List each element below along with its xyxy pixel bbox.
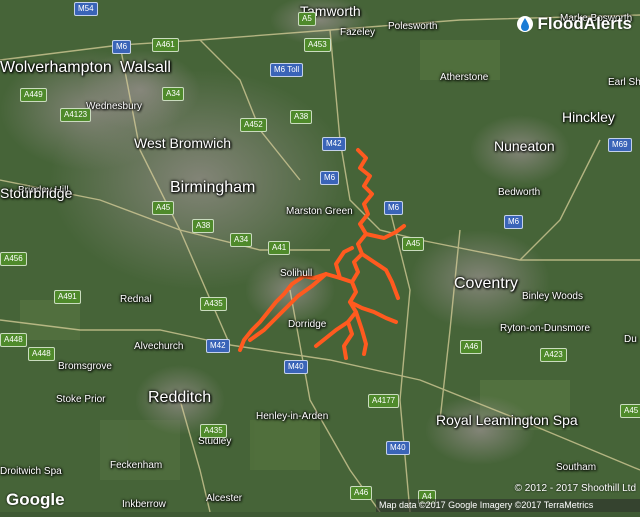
motorway-road-shield: M42 [322,137,346,151]
place-label: Alvechurch [134,341,184,352]
primary-road-shield: A461 [152,38,179,52]
motorway-road-shield: M6 [320,171,340,185]
primary-road-shield: A452 [240,118,267,132]
flood-warning-river-overlay[interactable] [0,0,640,512]
primary-road-shield: A456 [0,252,27,266]
place-label: Redditch [148,389,212,406]
motorway-road-shield: M6 [112,40,132,54]
motorway-road-shield: M40 [386,441,410,455]
place-label: Polesworth [388,21,438,32]
place-label: Marston Green [286,206,353,217]
place-label: Coventry [454,275,519,292]
place-label: Wolverhampton [0,59,112,76]
place-label: Droitwich Spa [0,466,62,477]
primary-road-shield: A435 [200,297,227,311]
primary-road-shield: A45 [152,201,175,215]
place-label: Royal Leamington Spa [436,412,578,428]
place-label: Stoke Prior [56,394,106,405]
primary-road-shield: A34 [230,233,253,247]
primary-road-shield: A449 [20,88,47,102]
place-label: Bromsgrove [58,361,112,372]
place-label: Fazeley [340,27,376,38]
primary-road-shield: A38 [192,219,215,233]
motorway-road-shield: M6 [384,201,404,215]
motorway-road-shield: M69 [608,138,632,152]
brand-name: FloodAlerts [537,14,632,33]
flood-river-west-branch[interactable] [248,272,328,342]
place-label: Wednesbury [86,101,142,112]
place-label: West Bromwich [134,135,231,151]
place-label: Earl Sh [608,77,640,88]
place-label: Rednal [120,294,152,305]
primary-road-shield: A435 [200,424,227,438]
flood-river-south[interactable] [354,310,368,356]
motorway-road-shield: M42 [206,339,230,353]
motorway-road-shield: M6 [504,215,524,229]
place-label: Du [624,334,637,345]
motorway-road-shield: M54 [74,2,98,16]
satellite-map[interactable]: Tamworth Fazeley Polesworth Walsall Wolverha… [0,0,640,513]
place-label: Ryton-on-Dunsmore [500,323,591,334]
place-label: Birmingham [170,179,256,196]
flood-river-east-upper[interactable] [364,224,406,240]
primary-road-shield: A46 [350,486,373,500]
primary-road-shield: A5 [298,12,316,26]
flood-river-west[interactable] [238,272,354,352]
primary-road-shield: A45 [402,237,425,251]
primary-road-shield: A46 [460,340,483,354]
place-label: Binley Woods [522,291,583,302]
place-label: Henley-in-Arden [256,411,329,422]
place-label: Studley [198,436,232,447]
primary-road-shield: A41 [268,241,291,255]
place-label: Hinckley [562,109,615,125]
primary-road-shield: A34 [162,87,185,101]
primary-road-shield: A4177 [368,394,400,408]
primary-road-shield: A448 [28,347,55,361]
primary-road-shield: A38 [290,110,313,124]
primary-road-shield: A45 [620,404,640,418]
motorway-road-shield: M40 [284,360,308,374]
primary-road-shield: A423 [540,348,567,362]
primary-road-shield: A4123 [60,108,92,122]
motorway-road-shield: M6 Toll [270,63,304,77]
flood-drop-icon [516,16,533,32]
place-label: Dorridge [288,319,327,330]
place-label: Alcester [206,493,243,504]
place-label: Solihull [280,268,313,279]
place-label: Feckenham [110,460,163,471]
place-label: Walsall [120,59,171,76]
place-label: Stourbridge [0,185,73,201]
google-logo[interactable]: Google [6,490,65,510]
primary-road-shield: A448 [0,333,27,347]
copyright-notice: © 2012 - 2017 Shoothill Ltd [514,483,636,494]
map-attribution[interactable]: Map data ©2017 Google Imagery ©2017 Terr… [376,499,640,512]
place-label: Nuneaton [494,138,555,154]
flood-river-main[interactable] [342,148,374,360]
place-label: Bedworth [498,187,541,198]
place-label: Atherstone [440,72,489,83]
floodalerts-logo[interactable]: FloodAlerts [516,14,632,34]
flood-river-solihull-loop[interactable] [334,246,354,280]
place-label: Southam [556,462,597,473]
primary-road-shield: A453 [304,38,331,52]
flood-river-east[interactable] [360,252,400,300]
primary-road-shield: A491 [54,290,81,304]
place-label: Inkberrow [122,499,166,510]
